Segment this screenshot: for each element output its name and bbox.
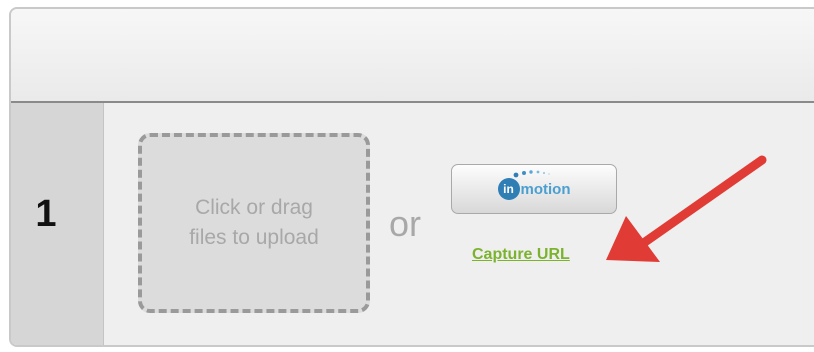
row-number: 1 bbox=[35, 193, 57, 235]
logo-in-mark: in bbox=[497, 178, 520, 200]
capture-url-link[interactable]: Capture URL bbox=[472, 246, 570, 264]
upload-panel bbox=[9, 7, 814, 347]
file-upload-dropzone[interactable]: Click or drag files to upload bbox=[138, 133, 370, 313]
inmotion-button[interactable]: in motion bbox=[451, 164, 617, 214]
panel-header bbox=[11, 9, 814, 103]
inmotion-logo-icon: in motion bbox=[497, 170, 571, 200]
logo-dots-icon bbox=[513, 170, 550, 178]
upload-dropzone-label: Click or drag files to upload bbox=[189, 196, 319, 249]
or-separator: or bbox=[389, 203, 422, 244]
logo-wordmark: motion bbox=[520, 180, 571, 198]
